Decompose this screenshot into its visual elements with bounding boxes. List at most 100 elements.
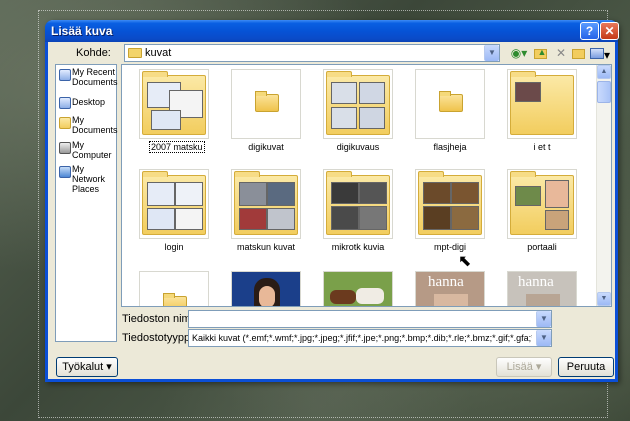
preview-image — [331, 182, 359, 204]
preview-image — [331, 107, 357, 129]
vertical-scrollbar[interactable]: ▲ ▼ — [596, 65, 611, 306]
item-label: flasjheja — [433, 142, 467, 152]
delete-icon[interactable]: ✕ — [554, 46, 568, 62]
image-item[interactable]: hanna — [507, 271, 577, 306]
folder-item[interactable] — [323, 169, 393, 239]
my-documents-icon — [59, 117, 71, 129]
tools-label: Työkalut — [62, 361, 104, 373]
insert-button[interactable]: Lisää ▾ — [496, 357, 552, 377]
preview-image — [175, 182, 203, 206]
portrait-image — [434, 294, 468, 306]
preview-image — [359, 82, 385, 104]
item-label: digikuvaus — [336, 142, 380, 152]
filetype-value: Kaikki kuvat (*.emf;*.wmf;*.jpg;*.jpeg;*… — [192, 333, 532, 343]
folder-thumbnail — [142, 71, 206, 135]
lookin-label: Kohde: — [76, 47, 111, 59]
cancel-button[interactable]: Peruuta — [558, 357, 614, 377]
folder-item[interactable] — [323, 69, 393, 139]
views-icon[interactable]: ▾ — [588, 46, 612, 62]
recent-documents-icon — [59, 69, 71, 81]
preview-image — [147, 182, 175, 206]
preview-image — [359, 107, 385, 129]
item-label: digikuvat — [248, 142, 284, 152]
preview-image — [451, 206, 479, 230]
preview-image — [267, 208, 295, 230]
portrait-image — [526, 294, 560, 306]
folder-item[interactable] — [231, 169, 301, 239]
tools-button[interactable]: Työkalut ▾ — [56, 357, 118, 377]
scroll-down-icon[interactable]: ▼ — [597, 292, 611, 306]
folder-item[interactable] — [415, 169, 485, 239]
cow-image — [356, 288, 384, 304]
place-label: My Network Places — [72, 164, 106, 194]
face-image — [259, 286, 275, 306]
folder-thumbnail — [326, 171, 390, 235]
lookin-combo[interactable]: kuvat ▼ — [124, 44, 500, 62]
folder-item[interactable] — [231, 69, 301, 139]
preview-image — [359, 206, 387, 230]
file-list-view[interactable]: 2007 matsku digikuvat digikuvaus flasjhe… — [121, 64, 612, 307]
folder-item[interactable] — [139, 169, 209, 239]
item-label: i et t — [533, 142, 551, 152]
folder-item[interactable] — [415, 69, 485, 139]
folder-thumbnail — [418, 171, 482, 235]
item-label[interactable]: 2007 matsku — [149, 141, 205, 153]
chevron-down-icon[interactable]: ▼ — [536, 311, 551, 327]
folder-item[interactable] — [139, 69, 209, 139]
preview-image — [331, 206, 359, 230]
place-label: My Recent Documents — [72, 67, 118, 87]
place-my-documents[interactable]: My Documents — [57, 115, 118, 141]
preview-image — [331, 82, 357, 104]
preview-image — [451, 182, 479, 204]
folder-thumbnail — [326, 71, 390, 135]
back-icon[interactable]: ◉▾ — [508, 46, 530, 62]
folder-icon — [255, 91, 279, 112]
my-computer-icon — [59, 142, 71, 154]
preview-image — [239, 208, 267, 230]
lookin-value: kuvat — [145, 47, 172, 59]
places-bar: My Recent Documents Desktop My Documents… — [55, 64, 118, 342]
filetype-label: Tiedostotyyppi: — [122, 332, 196, 344]
preview-image — [423, 182, 451, 204]
folder-item[interactable] — [139, 271, 209, 306]
preview-image — [175, 208, 203, 230]
place-network-places[interactable]: My Network Places — [57, 164, 117, 194]
image-item[interactable] — [231, 271, 301, 306]
scroll-up-icon[interactable]: ▲ — [597, 65, 611, 79]
chevron-down-icon[interactable]: ▼ — [484, 45, 499, 61]
item-label: login — [164, 242, 184, 252]
folder-thumbnail — [234, 171, 298, 235]
close-button[interactable]: ✕ — [600, 22, 619, 40]
item-label: hanna — [518, 274, 554, 290]
image-item[interactable] — [323, 271, 393, 306]
new-folder-icon[interactable] — [570, 46, 586, 62]
folder-icon — [128, 48, 142, 58]
item-label: hanna — [428, 274, 464, 290]
filetype-select[interactable]: Kaikki kuvat (*.emf;*.wmf;*.jpg;*.jpeg;*… — [188, 329, 552, 347]
scrollbar-thumb[interactable] — [597, 81, 611, 103]
place-label: My Documents — [72, 115, 118, 135]
item-label: matskun kuvat — [236, 242, 296, 252]
mouse-cursor-icon: ⬉ — [458, 253, 472, 270]
folder-thumbnail — [510, 171, 574, 235]
place-recent-documents[interactable]: My Recent Documents — [57, 67, 118, 93]
preview-image — [545, 180, 569, 208]
chevron-down-icon[interactable]: ▼ — [536, 330, 551, 346]
preview-image — [267, 182, 295, 206]
folder-item[interactable] — [507, 69, 577, 139]
item-label: mpt-digi — [433, 242, 466, 252]
help-button[interactable]: ? — [580, 22, 599, 40]
image-item[interactable]: hanna — [415, 271, 485, 306]
up-folder-icon[interactable]: ▲ — [532, 46, 548, 62]
folder-item[interactable] — [507, 169, 577, 239]
preview-image — [515, 82, 541, 102]
folder-icon — [439, 91, 463, 112]
filename-input[interactable]: ▼ — [188, 310, 552, 328]
folder-thumbnail — [510, 71, 574, 135]
insert-picture-dialog: Lisää kuva ? ✕ Kohde: kuvat ▼ ◉▾ ▲ ✕ ▾ M… — [45, 20, 619, 382]
item-label: mikrotk kuvia — [331, 242, 385, 252]
cow-image — [330, 290, 356, 304]
title-bar[interactable]: Lisää kuva ? ✕ — [45, 20, 619, 42]
place-my-computer[interactable]: My Computer — [57, 140, 117, 166]
preview-image — [359, 182, 387, 204]
